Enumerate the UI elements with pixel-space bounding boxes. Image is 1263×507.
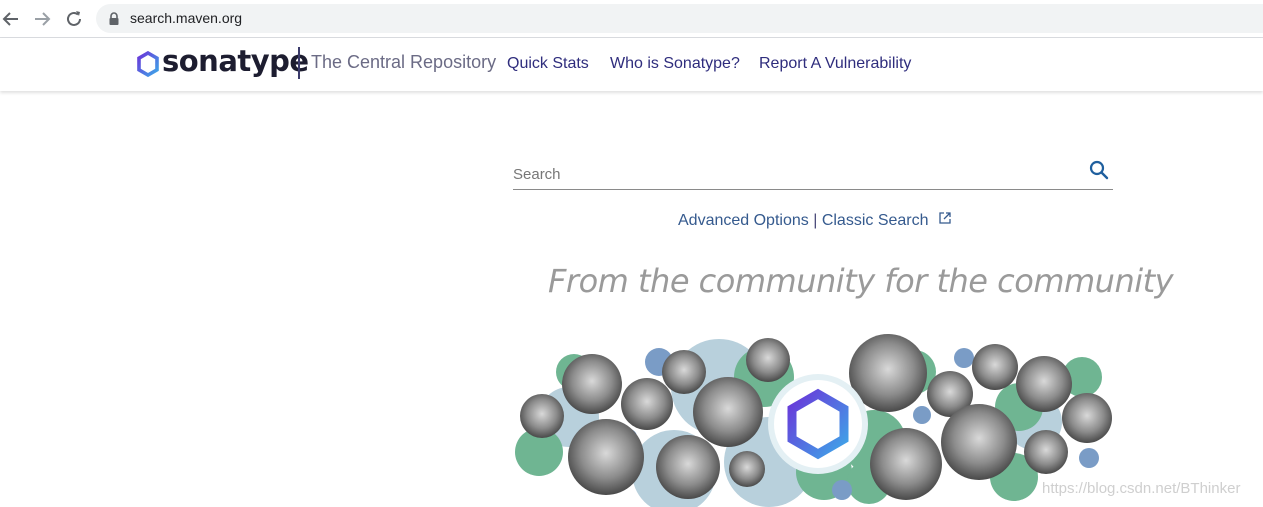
nav-quick-stats[interactable]: Quick Stats bbox=[507, 55, 589, 73]
reload-icon[interactable] bbox=[63, 8, 85, 30]
community-portrait bbox=[1024, 430, 1068, 474]
address-bar[interactable]: search.maven.org bbox=[96, 4, 1263, 33]
community-portrait bbox=[1062, 393, 1112, 443]
community-portrait bbox=[941, 404, 1017, 480]
blue-bubble bbox=[1079, 448, 1099, 468]
community-portrait bbox=[621, 378, 673, 430]
site-header: sonatype The Central Repository Quick St… bbox=[0, 38, 1263, 91]
community-portrait bbox=[746, 338, 790, 382]
search-links: Advanced Options | Classic Search bbox=[678, 212, 951, 230]
repository-title[interactable]: The Central Repository bbox=[311, 52, 496, 73]
community-portrait bbox=[729, 451, 765, 487]
blue-bubble bbox=[832, 480, 852, 500]
sonatype-hexagon-icon[interactable] bbox=[136, 51, 160, 77]
community-portrait bbox=[656, 435, 720, 499]
classic-search-link[interactable]: Classic Search bbox=[822, 212, 929, 229]
community-portrait bbox=[693, 377, 763, 447]
community-portrait bbox=[568, 419, 644, 495]
community-portrait bbox=[662, 350, 706, 394]
watermark: https://blog.csdn.net/BThinker bbox=[1042, 480, 1241, 497]
advanced-options-link[interactable]: Advanced Options bbox=[678, 212, 809, 229]
nav-report-vulnerability[interactable]: Report A Vulnerability bbox=[759, 55, 911, 73]
url-text: search.maven.org bbox=[130, 10, 243, 26]
browser-toolbar: search.maven.org bbox=[0, 0, 1263, 38]
community-portrait bbox=[562, 354, 622, 414]
nav-who-is-sonatype[interactable]: Who is Sonatype? bbox=[610, 55, 740, 73]
search-icon[interactable] bbox=[1089, 160, 1109, 180]
community-portrait bbox=[870, 428, 942, 500]
back-arrow-icon[interactable] bbox=[0, 8, 22, 30]
blue-bubble bbox=[913, 406, 931, 424]
sonatype-logo[interactable]: sonatype bbox=[162, 44, 309, 78]
tagline: From the community for the community bbox=[548, 262, 1174, 300]
community-collage bbox=[515, 334, 1112, 507]
logo-divider bbox=[298, 47, 300, 79]
lock-icon bbox=[109, 12, 119, 25]
search-input[interactable] bbox=[513, 162, 1073, 186]
community-portrait bbox=[972, 344, 1018, 390]
external-link-icon[interactable] bbox=[939, 212, 951, 224]
community-portrait bbox=[520, 394, 564, 438]
link-separator: | bbox=[813, 212, 818, 229]
forward-arrow-icon[interactable] bbox=[31, 8, 53, 30]
blue-bubble bbox=[954, 348, 974, 368]
community-portrait bbox=[1016, 356, 1072, 412]
search-box bbox=[513, 158, 1113, 190]
